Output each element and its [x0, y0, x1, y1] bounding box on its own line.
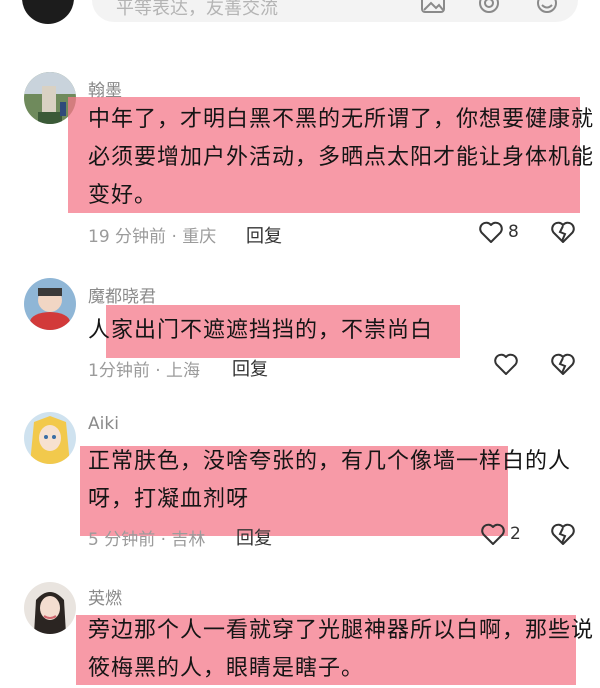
comment-time-location: 19 分钟前 · 重庆 [88, 227, 217, 247]
heart-icon [481, 523, 505, 545]
comment-text: 正常肤色，没啥夸张的，有几个像墙一样白的人 呀，打凝血剂呀 [88, 449, 572, 512]
dislike-button[interactable] [550, 522, 576, 546]
heart-icon [479, 221, 503, 243]
dislike-heart-icon [551, 221, 575, 243]
avatar[interactable] [24, 412, 76, 464]
image-icon[interactable] [420, 0, 446, 14]
comment-time-location: 5 分钟前 · 吉林 [88, 530, 206, 550]
comment-username[interactable]: Aiki [88, 414, 119, 434]
like-button[interactable]: 2 [480, 522, 521, 550]
dislike-heart-icon [551, 353, 575, 375]
comment-text: 人家出门不遮遮挡挡的，不崇尚白 [88, 318, 434, 343]
like-button[interactable] [493, 352, 523, 380]
reply-button[interactable]: 回复 [236, 524, 272, 550]
like-count: 8 [508, 222, 519, 242]
reply-button[interactable]: 回复 [246, 222, 282, 248]
reply-button[interactable]: 回复 [232, 355, 268, 381]
comment-username[interactable]: 魔都晓君 [88, 282, 156, 307]
comment-input[interactable]: 平等表达，友善交流 [92, 0, 578, 22]
at-icon[interactable] [476, 0, 502, 14]
current-user-avatar [22, 0, 74, 24]
comment-username[interactable]: 英燃 [88, 584, 122, 609]
avatar[interactable] [24, 278, 76, 330]
comment-text: 中年了，才明白黑不黑的无所谓了，你想要健康就 必须要增加户外活动，多晒点太阳才能… [88, 107, 595, 208]
comment-text: 旁边那个人一看就穿了光腿神器所以白啊，那些说 筱梅黑的人，眼睛是瞎子。 [88, 618, 595, 681]
comment-time-location: 1分钟前 · 上海 [88, 361, 201, 381]
dislike-button[interactable] [550, 220, 576, 244]
like-count: 2 [510, 524, 521, 544]
comment-input-placeholder: 平等表达，友善交流 [116, 0, 278, 19]
dislike-heart-icon [551, 523, 575, 545]
heart-icon [494, 353, 518, 375]
emoji-icon[interactable] [534, 0, 560, 14]
avatar[interactable] [24, 582, 76, 634]
dislike-button[interactable] [550, 352, 576, 376]
like-button[interactable]: 8 [478, 220, 519, 248]
